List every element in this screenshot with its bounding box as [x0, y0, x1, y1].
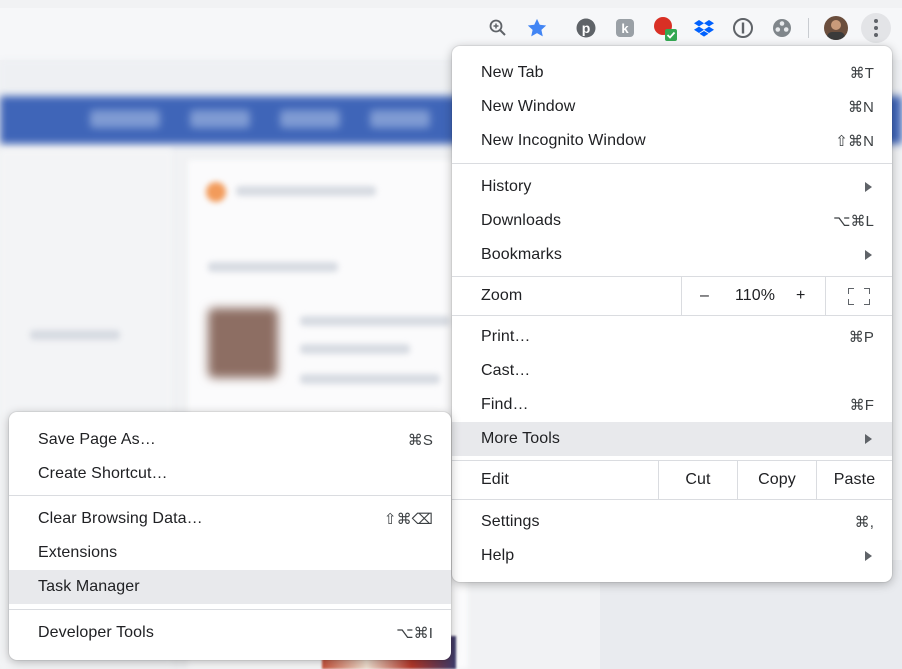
chrome-main-menu: New Tab ⌘T New Window ⌘N New Incognito W… [452, 46, 892, 582]
menu-item-label: Settings [481, 513, 540, 530]
shortcut-text: ⌥⌘I [396, 625, 433, 642]
menu-item-label: More Tools [481, 430, 560, 447]
menu-item-create-shortcut[interactable]: Create Shortcut… [9, 457, 451, 491]
blurred-text [300, 374, 440, 384]
blurred-text [300, 316, 450, 326]
film-icon[interactable] [768, 14, 796, 42]
menu-item-label: Save Page As… [38, 431, 156, 448]
menu-item-downloads[interactable]: Downloads ⌥⌘L [452, 204, 892, 238]
bookmark-star-icon[interactable] [523, 14, 551, 42]
menu-item-label: New Tab [481, 64, 544, 81]
menu-separator [452, 315, 892, 316]
pinterest-icon[interactable]: p [572, 14, 600, 42]
menu-item-bookmarks[interactable]: Bookmarks [452, 238, 892, 272]
menu-item-task-manager[interactable]: Task Manager [9, 570, 451, 604]
menu-item-cast[interactable]: Cast… [452, 354, 892, 388]
zoom-label: Zoom [481, 287, 523, 304]
paste-button[interactable]: Paste [816, 461, 892, 499]
menu-separator [452, 499, 892, 500]
shortcut-text: ⌘, [854, 514, 874, 531]
zoom-icon[interactable] [484, 14, 512, 42]
blurred-logo [206, 182, 226, 202]
menu-item-label: Cast… [481, 362, 531, 379]
shortcut-text: ⌘T [849, 65, 874, 82]
zoom-in-button[interactable]: + [796, 277, 805, 315]
zoom-controls: – 110% + [681, 277, 825, 315]
menu-item-new-tab[interactable]: New Tab ⌘T [452, 56, 892, 90]
menu-separator [9, 609, 451, 610]
menu-item-more-tools[interactable]: More Tools [452, 422, 892, 456]
svg-text:p: p [582, 20, 591, 36]
menu-item-help[interactable]: Help [452, 539, 892, 573]
browser-toolbar: p k [0, 0, 902, 52]
dropbox-icon[interactable] [690, 14, 718, 42]
menu-separator [9, 495, 451, 496]
menu-item-label: New Incognito Window [481, 132, 646, 149]
menu-item-extensions[interactable]: Extensions [9, 536, 451, 570]
menu-item-label: Clear Browsing Data… [38, 510, 203, 527]
shortcut-text: ⇧⌘⌫ [383, 511, 433, 528]
edit-label: Edit [481, 471, 509, 488]
svg-text:k: k [621, 21, 629, 36]
extension-badge-icon[interactable] [651, 14, 679, 42]
more-tools-submenu: Save Page As… ⌘S Create Shortcut… Clear … [9, 412, 451, 660]
blurred-text [30, 330, 120, 340]
onepassword-icon[interactable] [729, 14, 757, 42]
shortcut-text: ⌘F [849, 397, 874, 414]
copy-button[interactable]: Copy [737, 461, 816, 499]
menu-item-label: Find… [481, 396, 529, 413]
menu-separator [452, 163, 892, 164]
menu-item-new-window[interactable]: New Window ⌘N [452, 90, 892, 124]
menu-item-find[interactable]: Find… ⌘F [452, 388, 892, 422]
shortcut-text: ⇧⌘N [835, 133, 874, 150]
profile-avatar[interactable] [822, 14, 850, 42]
zoom-row: Zoom – 110% + [452, 277, 892, 315]
menu-item-developer-tools[interactable]: Developer Tools ⌥⌘I [9, 616, 451, 650]
menu-item-label: Downloads [481, 212, 562, 229]
submenu-arrow-icon [865, 434, 872, 444]
zoom-level: 110% [735, 287, 776, 304]
shortcut-text: ⌘N [847, 99, 874, 116]
menu-item-label: New Window [481, 98, 576, 115]
shortcut-text: ⌘S [407, 432, 433, 449]
blurred-avatar [208, 308, 278, 378]
menu-item-label: Print… [481, 328, 531, 345]
blurred-text [208, 262, 338, 272]
more-menu-icon[interactable] [861, 13, 891, 43]
submenu-arrow-icon [865, 250, 872, 260]
toolbar-divider [808, 18, 809, 38]
submenu-arrow-icon [865, 551, 872, 561]
menu-item-label: Task Manager [38, 578, 140, 595]
submenu-arrow-icon [865, 182, 872, 192]
edit-row: Edit Cut Copy Paste [452, 461, 892, 499]
menu-item-save-page-as[interactable]: Save Page As… ⌘S [9, 423, 451, 457]
shortcut-text: ⌘P [848, 329, 874, 346]
shortcut-text: ⌥⌘L [833, 213, 874, 230]
fullscreen-icon[interactable] [825, 277, 892, 315]
menu-item-history[interactable]: History [452, 170, 892, 204]
menu-item-label: Extensions [38, 544, 118, 561]
menu-item-settings[interactable]: Settings ⌘, [452, 505, 892, 539]
menu-item-label: Create Shortcut… [38, 465, 168, 482]
menu-item-label: Bookmarks [481, 246, 562, 263]
menu-item-new-incognito-window[interactable]: New Incognito Window ⇧⌘N [452, 124, 892, 158]
cut-button[interactable]: Cut [658, 461, 737, 499]
zoom-out-button[interactable]: – [700, 277, 709, 315]
menu-item-label: Developer Tools [38, 624, 154, 641]
menu-item-print[interactable]: Print… ⌘P [452, 320, 892, 354]
menu-item-clear-browsing-data[interactable]: Clear Browsing Data… ⇧⌘⌫ [9, 502, 451, 536]
menu-item-label: History [481, 178, 532, 195]
blurred-text [300, 344, 410, 354]
extension-k-icon[interactable]: k [611, 14, 639, 42]
blurred-text [236, 186, 376, 196]
menu-item-label: Help [481, 547, 515, 564]
